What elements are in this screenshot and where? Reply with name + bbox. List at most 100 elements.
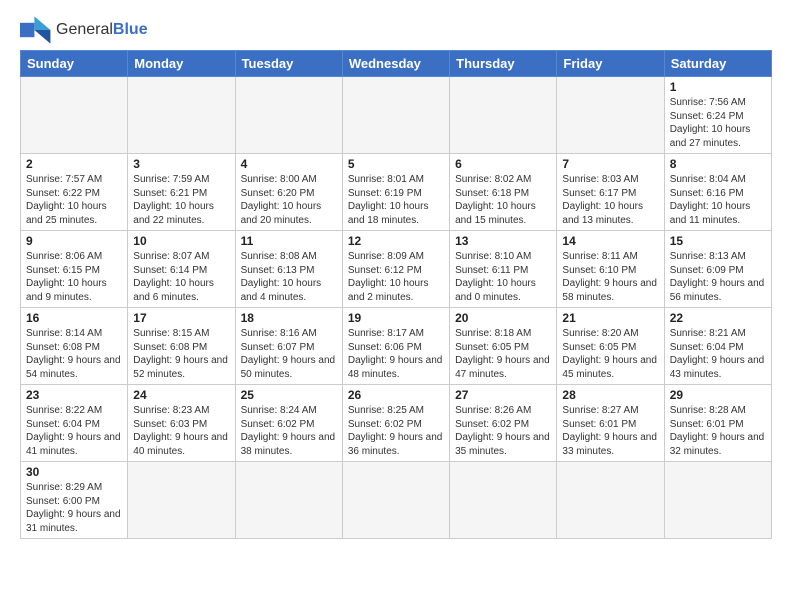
day-info: Sunrise: 7:57 AM Sunset: 6:22 PM Dayligh…: [26, 173, 122, 227]
calendar-cell: [21, 77, 128, 154]
weekday-header-tuesday: Tuesday: [235, 51, 342, 77]
calendar-cell: 11Sunrise: 8:08 AM Sunset: 6:13 PM Dayli…: [235, 231, 342, 308]
day-number: 23: [26, 388, 122, 402]
day-number: 5: [348, 157, 444, 171]
calendar-cell: 10Sunrise: 8:07 AM Sunset: 6:14 PM Dayli…: [128, 231, 235, 308]
calendar-cell: 1 Sunrise: 7:56 AM Sunset: 6:24 PM Daylig…: [664, 77, 771, 154]
day-info: Sunrise: 8:16 AM Sunset: 6:07 PM Dayligh…: [241, 327, 337, 381]
calendar-cell: 23 Sunrise: 8:22 AM Sunset: 6:04 PM Dayli…: [21, 385, 128, 462]
weekday-header-sunday: Sunday: [21, 51, 128, 77]
calendar-cell: 4 Sunrise: 8:00 AM Sunset: 6:20 PM Daylig…: [235, 154, 342, 231]
day-info: Sunrise: 8:25 AM Sunset: 6:02 PM Dayligh…: [348, 404, 444, 458]
day-number: 24: [133, 388, 229, 402]
day-info: Sunrise: 8:24 AM Sunset: 6:02 PM Dayligh…: [241, 404, 337, 458]
day-number: 18: [241, 311, 337, 325]
calendar-cell: 25 Sunrise: 8:24 AM Sunset: 6:02 PM Dayli…: [235, 385, 342, 462]
day-info: Sunrise: 8:28 AM Sunset: 6:01 PM Dayligh…: [670, 404, 766, 458]
calendar-cell: [235, 77, 342, 154]
day-number: 7: [562, 157, 658, 171]
logo-text: GeneralBlue: [56, 21, 148, 39]
day-number: 26: [348, 388, 444, 402]
calendar-week-0: 1 Sunrise: 7:56 AM Sunset: 6:24 PM Daylig…: [21, 77, 772, 154]
day-info: Sunrise: 8:17 AM Sunset: 6:06 PM Dayligh…: [348, 327, 444, 381]
calendar-cell: [235, 462, 342, 539]
day-info: Sunrise: 8:08 AM Sunset: 6:13 PM Dayligh…: [241, 250, 337, 304]
day-number: 4: [241, 157, 337, 171]
day-number: 22: [670, 311, 766, 325]
calendar-cell: [557, 462, 664, 539]
calendar-cell: 26 Sunrise: 8:25 AM Sunset: 6:02 PM Dayli…: [342, 385, 449, 462]
weekday-header-wednesday: Wednesday: [342, 51, 449, 77]
day-number: 28: [562, 388, 658, 402]
day-info: Sunrise: 8:10 AM Sunset: 6:11 PM Dayligh…: [455, 250, 551, 304]
calendar-cell: 19 Sunrise: 8:17 AM Sunset: 6:06 PM Dayli…: [342, 308, 449, 385]
day-info: Sunrise: 8:29 AM Sunset: 6:00 PM Dayligh…: [26, 481, 122, 535]
day-info: Sunrise: 8:01 AM Sunset: 6:19 PM Dayligh…: [348, 173, 444, 227]
calendar-cell: 20 Sunrise: 8:18 AM Sunset: 6:05 PM Dayli…: [450, 308, 557, 385]
day-number: 8: [670, 157, 766, 171]
day-number: 14: [562, 234, 658, 248]
day-info: Sunrise: 8:20 AM Sunset: 6:05 PM Dayligh…: [562, 327, 658, 381]
day-number: 9: [26, 234, 122, 248]
day-info: Sunrise: 8:00 AM Sunset: 6:20 PM Dayligh…: [241, 173, 337, 227]
calendar-week-2: 9 Sunrise: 8:06 AM Sunset: 6:15 PM Daylig…: [21, 231, 772, 308]
day-number: 2: [26, 157, 122, 171]
day-info: Sunrise: 8:26 AM Sunset: 6:02 PM Dayligh…: [455, 404, 551, 458]
day-info: Sunrise: 8:15 AM Sunset: 6:08 PM Dayligh…: [133, 327, 229, 381]
day-info: Sunrise: 8:04 AM Sunset: 6:16 PM Dayligh…: [670, 173, 766, 227]
day-info: Sunrise: 8:02 AM Sunset: 6:18 PM Dayligh…: [455, 173, 551, 227]
calendar-cell: 18 Sunrise: 8:16 AM Sunset: 6:07 PM Dayli…: [235, 308, 342, 385]
calendar-cell: 17 Sunrise: 8:15 AM Sunset: 6:08 PM Dayli…: [128, 308, 235, 385]
calendar-cell: [342, 77, 449, 154]
day-number: 3: [133, 157, 229, 171]
calendar-cell: 27Sunrise: 8:26 AM Sunset: 6:02 PM Dayli…: [450, 385, 557, 462]
day-info: Sunrise: 8:13 AM Sunset: 6:09 PM Dayligh…: [670, 250, 766, 304]
day-info: Sunrise: 7:56 AM Sunset: 6:24 PM Dayligh…: [670, 96, 766, 150]
day-info: Sunrise: 8:14 AM Sunset: 6:08 PM Dayligh…: [26, 327, 122, 381]
calendar-cell: 30 Sunrise: 8:29 AM Sunset: 6:00 PM Dayli…: [21, 462, 128, 539]
weekday-header-thursday: Thursday: [450, 51, 557, 77]
calendar-cell: 14 Sunrise: 8:11 AM Sunset: 6:10 PM Dayli…: [557, 231, 664, 308]
calendar-cell: 21 Sunrise: 8:20 AM Sunset: 6:05 PM Dayli…: [557, 308, 664, 385]
calendar-cell: 5 Sunrise: 8:01 AM Sunset: 6:19 PM Daylig…: [342, 154, 449, 231]
calendar-cell: 13 Sunrise: 8:10 AM Sunset: 6:11 PM Dayli…: [450, 231, 557, 308]
day-info: Sunrise: 8:22 AM Sunset: 6:04 PM Dayligh…: [26, 404, 122, 458]
calendar-cell: 29Sunrise: 8:28 AM Sunset: 6:01 PM Dayli…: [664, 385, 771, 462]
calendar-cell: 9 Sunrise: 8:06 AM Sunset: 6:15 PM Daylig…: [21, 231, 128, 308]
calendar-cell: 7 Sunrise: 8:03 AM Sunset: 6:17 PM Daylig…: [557, 154, 664, 231]
calendar-cell: [450, 462, 557, 539]
day-number: 20: [455, 311, 551, 325]
calendar-cell: 15 Sunrise: 8:13 AM Sunset: 6:09 PM Dayli…: [664, 231, 771, 308]
day-number: 25: [241, 388, 337, 402]
day-number: 13: [455, 234, 551, 248]
calendar-cell: 24 Sunrise: 8:23 AM Sunset: 6:03 PM Dayli…: [128, 385, 235, 462]
weekday-header-monday: Monday: [128, 51, 235, 77]
day-number: 30: [26, 465, 122, 479]
day-number: 1: [670, 80, 766, 94]
calendar-cell: [557, 77, 664, 154]
day-number: 17: [133, 311, 229, 325]
calendar-cell: [450, 77, 557, 154]
day-info: Sunrise: 8:06 AM Sunset: 6:15 PM Dayligh…: [26, 250, 122, 304]
day-info: Sunrise: 8:18 AM Sunset: 6:05 PM Dayligh…: [455, 327, 551, 381]
calendar-cell: 8 Sunrise: 8:04 AM Sunset: 6:16 PM Daylig…: [664, 154, 771, 231]
calendar-week-1: 2 Sunrise: 7:57 AM Sunset: 6:22 PM Daylig…: [21, 154, 772, 231]
weekday-header-friday: Friday: [557, 51, 664, 77]
day-info: Sunrise: 8:11 AM Sunset: 6:10 PM Dayligh…: [562, 250, 658, 304]
generalblue-logo-icon: [20, 16, 52, 44]
logo: GeneralBlue: [20, 16, 148, 44]
page: GeneralBlue SundayMondayTuesdayWednesday…: [0, 0, 792, 549]
day-info: Sunrise: 8:21 AM Sunset: 6:04 PM Dayligh…: [670, 327, 766, 381]
day-number: 19: [348, 311, 444, 325]
calendar-cell: 16Sunrise: 8:14 AM Sunset: 6:08 PM Dayli…: [21, 308, 128, 385]
day-number: 12: [348, 234, 444, 248]
weekday-header-row: SundayMondayTuesdayWednesdayThursdayFrid…: [21, 51, 772, 77]
calendar-cell: 12Sunrise: 8:09 AM Sunset: 6:12 PM Dayli…: [342, 231, 449, 308]
day-info: Sunrise: 8:03 AM Sunset: 6:17 PM Dayligh…: [562, 173, 658, 227]
calendar-cell: 6Sunrise: 8:02 AM Sunset: 6:18 PM Daylig…: [450, 154, 557, 231]
day-number: 15: [670, 234, 766, 248]
day-number: 21: [562, 311, 658, 325]
day-info: Sunrise: 8:27 AM Sunset: 6:01 PM Dayligh…: [562, 404, 658, 458]
day-number: 10: [133, 234, 229, 248]
day-info: Sunrise: 8:23 AM Sunset: 6:03 PM Dayligh…: [133, 404, 229, 458]
